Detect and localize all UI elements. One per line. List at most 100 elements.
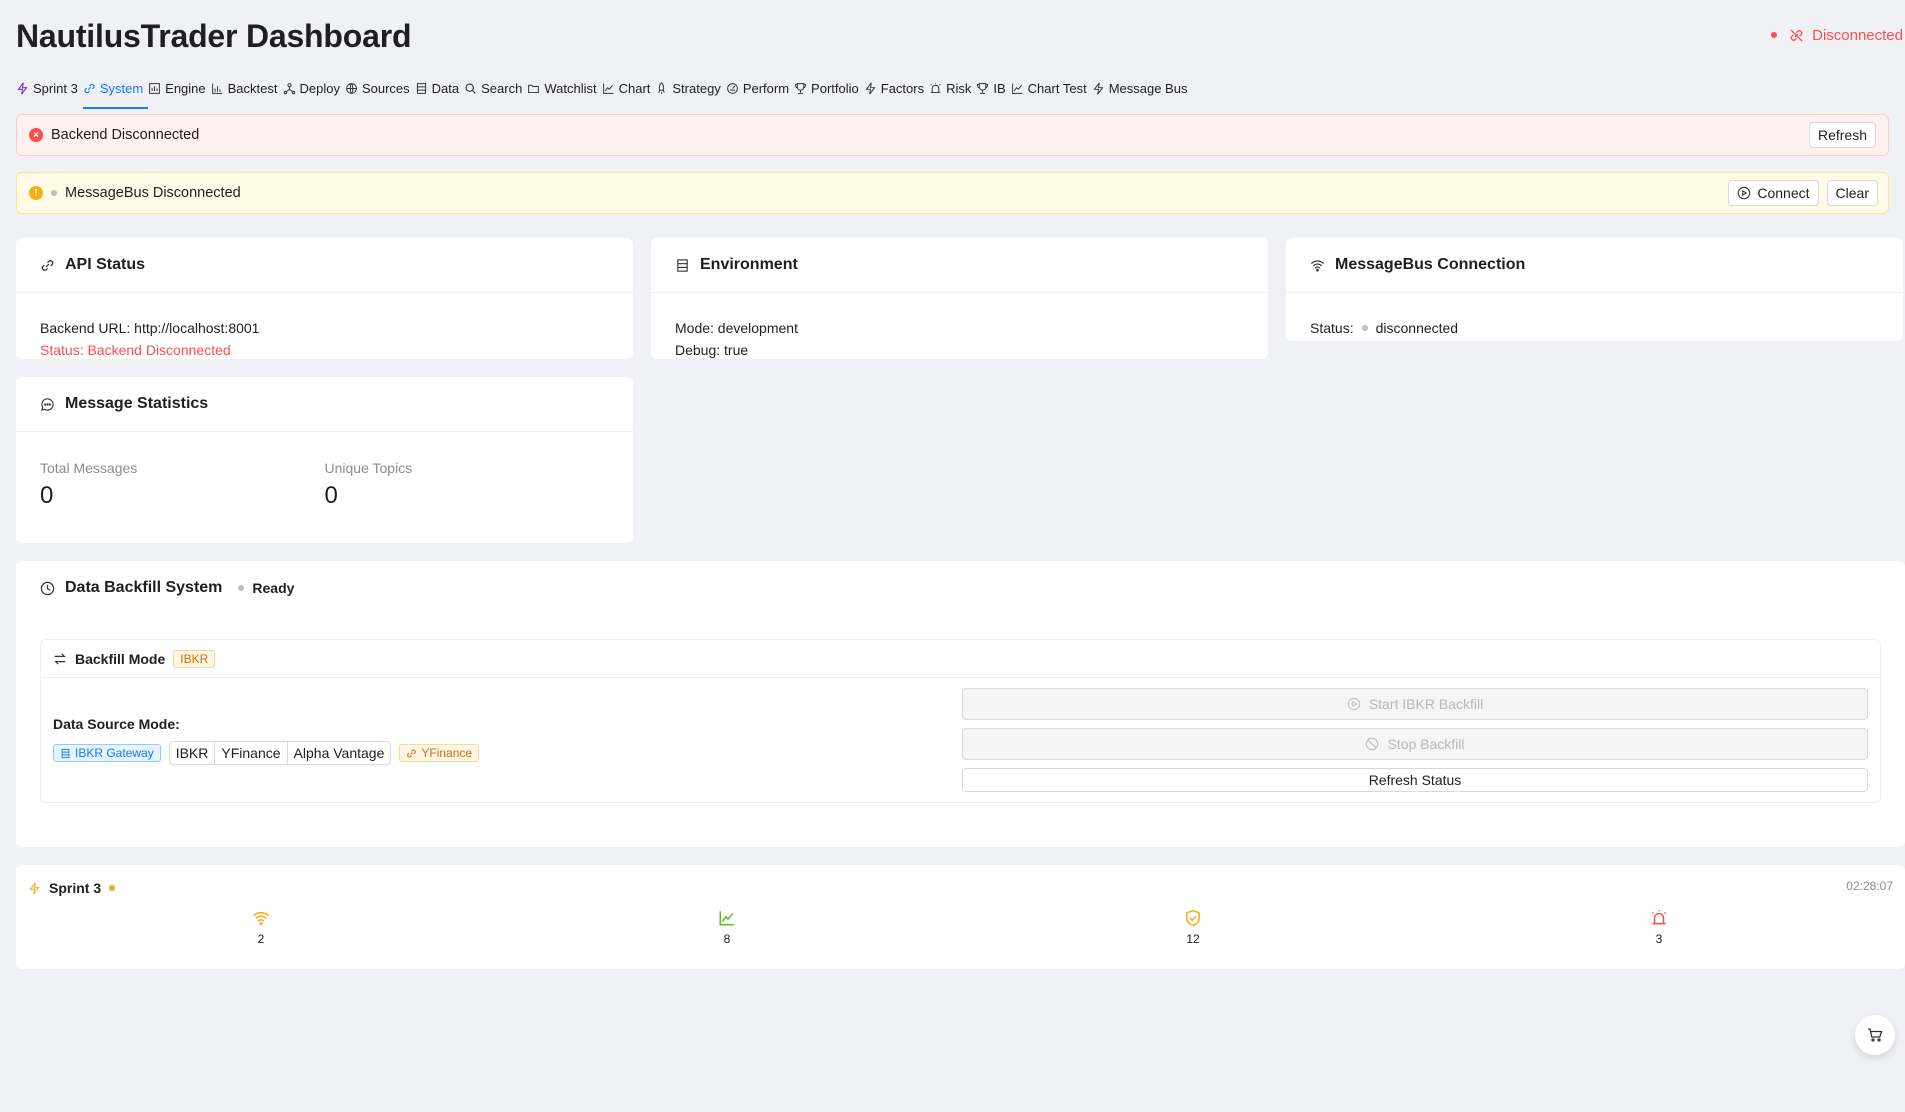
refresh-button[interactable]: Refresh — [1808, 122, 1876, 148]
globe-icon — [346, 83, 357, 94]
tab-deploy[interactable]: Deploy — [283, 71, 345, 107]
rocket-icon — [658, 82, 666, 94]
fallback-tag-label: YFinance — [421, 746, 473, 760]
app-root: NautilusTrader Dashboard Disconnected Sp… — [0, 0, 1905, 969]
tab-chart-test[interactable]: Chart Test — [1011, 71, 1092, 107]
backfill-state: Ready — [238, 580, 294, 596]
tab-sprint-3[interactable]: Sprint 3 — [16, 71, 83, 107]
link-icon — [84, 83, 95, 94]
backend-alert: × Backend Disconnected Refresh — [16, 114, 1889, 156]
connect-button[interactable]: Connect — [1728, 180, 1819, 206]
metric-value: 3 — [1655, 932, 1663, 946]
metric-value: 12 — [1186, 932, 1200, 946]
tab-search[interactable]: Search — [464, 71, 527, 107]
tab-sources[interactable]: Sources — [345, 71, 415, 107]
tab-label: Message Bus — [1108, 81, 1188, 96]
tab-risk[interactable]: Risk — [929, 71, 976, 107]
play-circle-icon — [1738, 186, 1751, 200]
gateway-tag: IBKR Gateway — [53, 744, 161, 762]
lightning-icon — [865, 82, 876, 95]
tab-data[interactable]: Data — [415, 71, 464, 107]
stat-total-messages: Total Messages 0 — [40, 457, 325, 509]
cart-button[interactable] — [1855, 1015, 1895, 1055]
tab-label: Engine — [165, 81, 206, 96]
tab-label: IB — [993, 81, 1006, 96]
refresh-status-button[interactable]: Refresh Status — [962, 768, 1868, 792]
clear-button[interactable]: Clear — [1826, 180, 1878, 206]
tab-message-bus[interactable]: Message Bus — [1092, 71, 1193, 107]
tab-backtest[interactable]: Backtest — [211, 71, 283, 107]
tab-ib[interactable]: IB — [976, 71, 1010, 107]
backfill-mode-panel: Backfill Mode IBKR Data Source Mode: IBK… — [40, 639, 1881, 803]
message-statistics-card: Message Statistics Total Messages 0 Uniq… — [16, 377, 633, 543]
stat-label: Unique Topics — [324, 460, 413, 476]
card-body: Backend URL: http://localhost:8001 Statu… — [16, 293, 633, 385]
stop-backfill-button[interactable]: Stop Backfill — [962, 728, 1868, 760]
clock-icon — [40, 581, 55, 595]
tab-perform[interactable]: Perform — [726, 71, 794, 107]
tab-label: Strategy — [672, 81, 721, 96]
tab-label: Factors — [880, 81, 925, 96]
stat-unique-topics: Unique Topics 0 — [324, 457, 610, 509]
card-body: Status: disconnected — [1286, 293, 1903, 363]
tab-label: Deploy — [299, 81, 340, 96]
metric-checks: 12 — [960, 909, 1426, 946]
metric-charts: 8 — [494, 909, 960, 946]
tab-factors[interactable]: Factors — [864, 71, 929, 107]
top-bar: NautilusTrader Dashboard Disconnected — [16, 0, 1903, 70]
stat-value: 0 — [40, 482, 54, 509]
source-option-yfinance[interactable]: YFinance — [215, 742, 288, 764]
status-value: disconnected — [1375, 320, 1459, 336]
backfill-mode-title: Backfill Mode — [75, 650, 166, 667]
tab-engine[interactable]: Engine — [148, 71, 210, 107]
tab-system[interactable]: System — [82, 71, 149, 109]
source-option-alpha-vantage[interactable]: Alpha Vantage — [287, 742, 391, 764]
status-cards: API Status Backend URL: http://localhost… — [16, 238, 1905, 543]
connect-label: Connect — [1757, 185, 1810, 201]
messagebus-alert-actions: Connect Clear — [1728, 180, 1878, 206]
metric-connections: 2 — [28, 909, 494, 946]
card-title: Environment — [700, 256, 798, 273]
status-dot — [238, 585, 245, 591]
backfill-actions: Start IBKR Backfill Stop Backfill Refres… — [962, 678, 1868, 792]
sprint-card: Sprint 3 02:28:07 2 8 12 3 — [16, 865, 1905, 969]
card-title: API Status — [65, 256, 146, 273]
tab-label: Data — [431, 81, 460, 96]
tab-strategy[interactable]: Strategy — [655, 71, 725, 107]
tab-chart[interactable]: Chart — [602, 71, 656, 107]
messagebus-alert-text: MessageBus Disconnected — [65, 185, 241, 201]
wifi-icon — [1310, 259, 1325, 272]
status-label: Status: — [1310, 320, 1354, 336]
alarm-icon — [1651, 910, 1667, 925]
messagebus-alert-content: ! MessageBus Disconnected — [29, 185, 241, 201]
backend-alert-text: Backend Disconnected — [51, 127, 200, 143]
line-chart-icon — [719, 911, 734, 926]
card-header: Environment — [651, 238, 1268, 293]
stat-value: 0 — [324, 482, 338, 509]
connection-status: Disconnected — [1812, 26, 1903, 44]
data-source-row: IBKR Gateway IBKR YFinance Alpha Vantage… — [53, 741, 962, 765]
trophy-icon — [977, 83, 989, 94]
tab-label: Chart — [618, 81, 651, 96]
card-body: Mode: development Debug: true — [651, 293, 1268, 385]
connection-indicator: Disconnected — [1771, 27, 1903, 44]
env-mode: Mode: development — [675, 320, 798, 336]
stats-body: Total Messages 0 Unique Topics 0 — [16, 432, 633, 531]
backend-alert-content: × Backend Disconnected — [29, 127, 199, 143]
tab-label: Portfolio — [811, 81, 859, 96]
backfill-title: Data Backfill System — [65, 579, 223, 596]
status-dot — [1361, 325, 1368, 331]
swap-icon — [54, 652, 66, 665]
tab-label: Risk — [946, 81, 972, 96]
exclamation-circle-icon: ! — [29, 186, 43, 200]
database-icon — [416, 83, 426, 94]
tab-watchlist[interactable]: Watchlist — [527, 71, 601, 107]
start-backfill-button[interactable]: Start IBKR Backfill — [962, 688, 1868, 720]
backfill-state-text: Ready — [252, 580, 295, 596]
backfill-mode-header: Backfill Mode IBKR — [41, 640, 1880, 678]
dashboard-icon — [149, 83, 161, 94]
metric-value: 8 — [723, 932, 731, 946]
tab-portfolio[interactable]: Portfolio — [794, 71, 864, 107]
source-option-ibkr[interactable]: IBKR — [169, 742, 216, 764]
mode-tag: IBKR — [173, 649, 216, 668]
